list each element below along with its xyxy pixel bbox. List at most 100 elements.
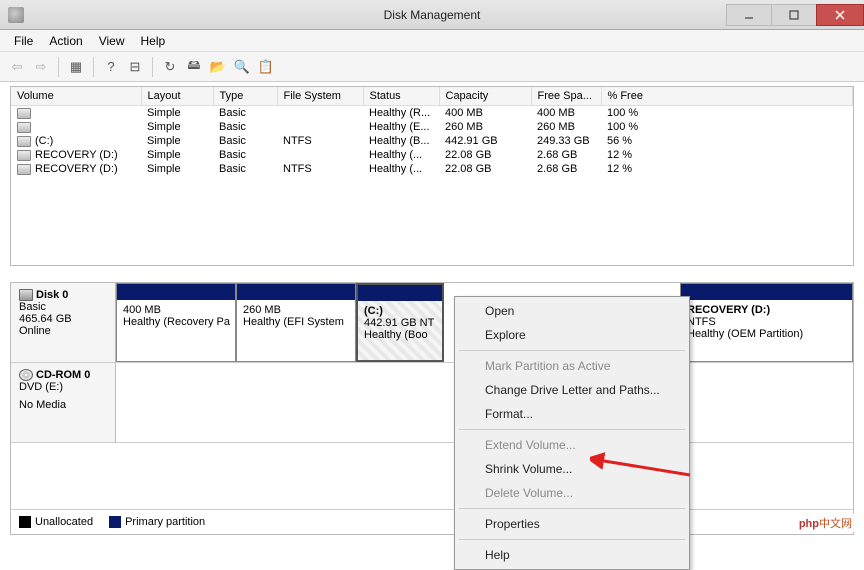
menu-help[interactable]: Help (133, 32, 174, 50)
col-capacity[interactable]: Capacity (439, 87, 531, 106)
table-row[interactable]: SimpleBasicHealthy (R...400 MB400 MB100 … (11, 106, 853, 121)
app-icon (8, 7, 24, 23)
partition-block[interactable]: 400 MBHealthy (Recovery Pa (116, 283, 236, 362)
partition-header (237, 284, 355, 300)
context-menu-separator (459, 508, 685, 509)
partition-size: 260 MB (243, 304, 349, 316)
context-menu-item[interactable]: Shrink Volume... (457, 457, 687, 481)
context-menu-item: Delete Volume... (457, 481, 687, 505)
partition-status: Healthy (Recovery Pa (123, 316, 229, 328)
context-menu-item: Extend Volume... (457, 433, 687, 457)
partition-block[interactable]: (C:)442.91 GB NTHealthy (Boo (356, 283, 444, 362)
cdrom-icon (19, 369, 33, 381)
partition-block[interactable]: RECOVERY (D:)NTFSHealthy (OEM Partition) (680, 283, 853, 362)
toolbar: ⇦ ⇨ ▦ ? ⊟ ↻ 🖴 📂 🔍 📋 (0, 52, 864, 82)
watermark: php中文网 (793, 513, 858, 533)
legend-primary: Primary partition (109, 516, 205, 528)
swatch-primary (109, 516, 121, 528)
partition-title: (C:) (364, 305, 436, 317)
disk-name: Disk 0 (36, 289, 68, 301)
open-button[interactable]: 📂 (207, 56, 229, 78)
col-filesystem[interactable]: File System (277, 87, 363, 106)
cdrom-row: CD-ROM 0 DVD (E:) No Media (11, 363, 853, 443)
cdrom-info[interactable]: CD-ROM 0 DVD (E:) No Media (11, 363, 116, 442)
toolbar-separator (152, 57, 153, 77)
swatch-unallocated (19, 516, 31, 528)
partition-header (358, 285, 442, 301)
col-status[interactable]: Status (363, 87, 439, 106)
partition-header (117, 284, 235, 300)
properties-button[interactable]: 📋 (255, 56, 277, 78)
context-menu-item[interactable]: Change Drive Letter and Paths... (457, 378, 687, 402)
disk-size: 465.64 GB (19, 313, 107, 325)
volume-icon (17, 108, 31, 119)
legend-unallocated: Unallocated (19, 516, 93, 528)
menu-view[interactable]: View (91, 32, 133, 50)
context-menu-separator (459, 350, 685, 351)
list-button[interactable]: ⊟ (124, 56, 146, 78)
volume-table: Volume Layout Type File System Status Ca… (11, 87, 853, 176)
table-header-row: Volume Layout Type File System Status Ca… (11, 87, 853, 106)
cdrom-drive: DVD (E:) (19, 381, 107, 393)
partition-header (681, 284, 852, 300)
titlebar: Disk Management (0, 0, 864, 30)
window-title: Disk Management (384, 8, 481, 22)
col-volume[interactable]: Volume (11, 87, 141, 106)
col-free[interactable]: Free Spa... (531, 87, 601, 106)
context-menu-item[interactable]: Format... (457, 402, 687, 426)
context-menu-item[interactable]: Properties (457, 512, 687, 536)
toolbar-separator (93, 57, 94, 77)
disk-0-row: Disk 0 Basic 465.64 GB Online 400 MBHeal… (11, 283, 853, 363)
content-area: Volume Layout Type File System Status Ca… (0, 82, 864, 539)
disk-layout-panel: Disk 0 Basic 465.64 GB Online 400 MBHeal… (10, 282, 854, 535)
disk-0-info[interactable]: Disk 0 Basic 465.64 GB Online (11, 283, 116, 362)
rescan-button[interactable]: 🖴 (183, 56, 205, 78)
toolbar-separator (58, 57, 59, 77)
back-button[interactable]: ⇦ (6, 56, 28, 78)
window-controls (727, 4, 864, 26)
disk-icon (19, 289, 33, 301)
context-menu-item[interactable]: Open (457, 299, 687, 323)
disk-type: Basic (19, 301, 107, 313)
menubar: File Action View Help (0, 30, 864, 52)
partition-status: Healthy (EFI System (243, 316, 349, 328)
table-row[interactable]: RECOVERY (D:)SimpleBasicHealthy (...22.0… (11, 148, 853, 162)
cdrom-status: No Media (19, 399, 107, 411)
context-menu-item[interactable]: Help (457, 543, 687, 567)
menu-action[interactable]: Action (41, 32, 90, 50)
partition-size: 442.91 GB NT (364, 317, 436, 329)
volume-icon (17, 150, 31, 161)
volume-icon (17, 122, 31, 133)
volume-icon (17, 164, 31, 175)
context-menu-item: Mark Partition as Active (457, 354, 687, 378)
col-pctfree[interactable]: % Free (601, 87, 853, 106)
search-button[interactable]: 🔍 (231, 56, 253, 78)
table-row[interactable]: SimpleBasicHealthy (E...260 MB260 MB100 … (11, 120, 853, 134)
table-row[interactable]: (C:)SimpleBasicNTFSHealthy (B...442.91 G… (11, 134, 853, 148)
legend: Unallocated Primary partition (11, 509, 853, 534)
col-type[interactable]: Type (213, 87, 277, 106)
context-menu: OpenExplore Mark Partition as ActiveChang… (454, 296, 690, 570)
table-row[interactable]: RECOVERY (D:)SimpleBasicNTFSHealthy (...… (11, 162, 853, 176)
help-button[interactable]: ? (100, 56, 122, 78)
volume-icon (17, 136, 31, 147)
cdrom-name: CD-ROM 0 (36, 369, 90, 381)
partition-status: Healthy (OEM Partition) (687, 328, 846, 340)
maximize-button[interactable] (771, 4, 817, 26)
partition-size: 400 MB (123, 304, 229, 316)
view-button[interactable]: ▦ (65, 56, 87, 78)
minimize-button[interactable] (726, 4, 772, 26)
context-menu-item[interactable]: Explore (457, 323, 687, 347)
menu-file[interactable]: File (6, 32, 41, 50)
volume-table-wrap: Volume Layout Type File System Status Ca… (10, 86, 854, 266)
close-button[interactable] (816, 4, 864, 26)
partition-status: Healthy (Boo (364, 329, 436, 341)
context-menu-separator (459, 429, 685, 430)
col-layout[interactable]: Layout (141, 87, 213, 106)
forward-button[interactable]: ⇨ (30, 56, 52, 78)
refresh-button[interactable]: ↻ (159, 56, 181, 78)
partition-block[interactable]: 260 MBHealthy (EFI System (236, 283, 356, 362)
partition-size: NTFS (687, 316, 846, 328)
partition-title: RECOVERY (D:) (687, 304, 846, 316)
context-menu-separator (459, 539, 685, 540)
